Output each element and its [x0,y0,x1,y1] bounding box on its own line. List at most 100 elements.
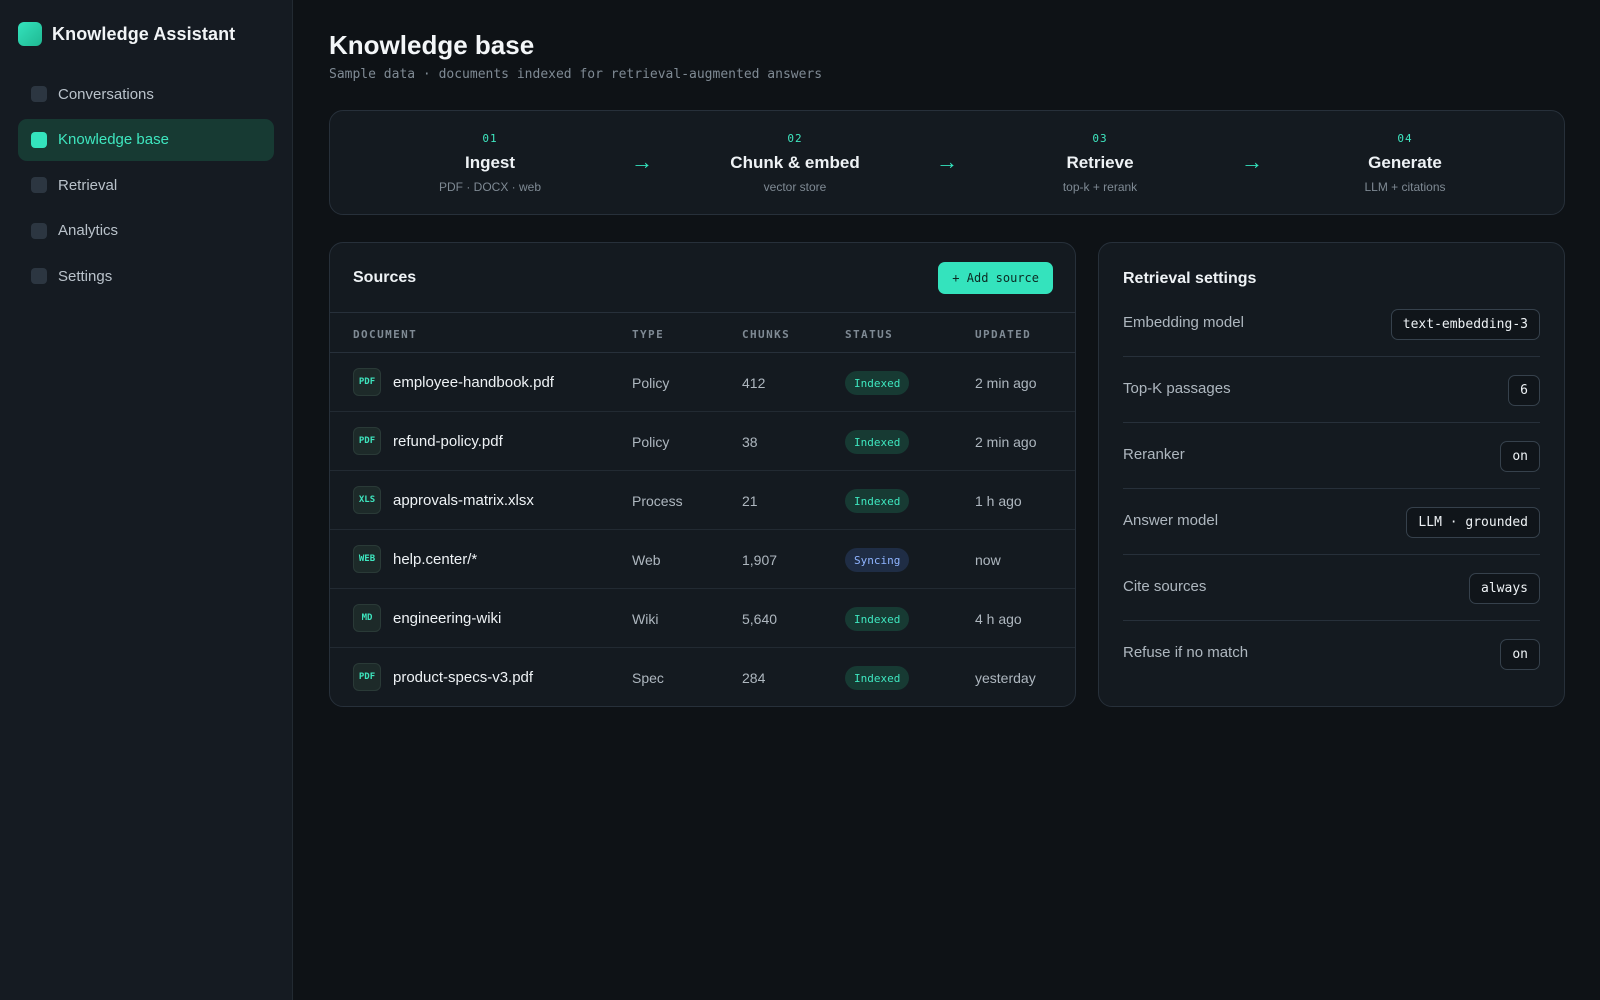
setting-label: Answer model [1123,512,1219,529]
sidebar-item-label: Retrieval [58,176,118,194]
page-title: Knowledge base [329,30,535,60]
setting-label: Refuse if no match [1123,644,1249,661]
column-header-chunks[interactable]: CHUNKS [742,328,790,341]
setting-label: Embedding model [1123,314,1244,331]
add-source-button[interactable]: + Add source [938,262,1053,294]
chunk-count: 1,907 [742,552,778,568]
brand[interactable]: Knowledge Assistant [18,22,235,46]
chunk-count: 21 [742,493,758,509]
status-badge: Syncing [845,548,910,572]
arrow-right-icon: → [936,149,958,174]
table-row[interactable]: PDF product-specs-v3.pdf Spec 284 Indexe… [330,648,1075,706]
step-description: LLM + citations [1364,180,1446,194]
spreadsheet-file-icon: XLS [353,486,381,514]
arrow-right-icon: → [1241,149,1263,174]
sources-title: Sources [353,269,417,286]
table-row[interactable]: PDF refund-policy.pdf Policy 38 Indexed … [330,412,1075,471]
column-header-updated[interactable]: UPDATED [975,328,1031,341]
sources-header: Sources + Add source [330,243,1075,313]
setting-top-k: Top-K passages 6 [1123,357,1540,423]
step-title: Retrieve [1066,153,1134,172]
chunk-count: 284 [742,670,766,686]
retrieval-settings-card: Retrieval settings Embedding model text-… [1098,242,1565,707]
table-row[interactable]: WEB help.center/* Web 1,907 Syncing now [330,530,1075,589]
answer-model-select[interactable]: LLM · grounded [1406,507,1540,538]
table-row[interactable]: XLS approvals-matrix.xlsx Process 21 Ind… [330,471,1075,530]
table-row[interactable]: PDF employee-handbook.pdf Policy 412 Ind… [330,353,1075,412]
web-source-icon: WEB [353,545,381,573]
table-header: DOCUMENT TYPE CHUNKS STATUS UPDATED [330,313,1075,353]
document-name[interactable]: refund-policy.pdf [393,433,503,450]
step-number: 02 [787,132,803,145]
embedding-model-select[interactable]: text-embedding-3 [1390,309,1540,340]
column-header-type[interactable]: TYPE [632,328,664,341]
reranker-toggle[interactable]: on [1500,441,1540,472]
setting-label: Reranker [1123,446,1185,463]
document-type: Spec [632,670,664,686]
pipeline-step-chunk-embed: 02 Chunk & embed vector store [685,132,905,194]
sidebar-item-label: Analytics [58,222,119,240]
sidebar-item-analytics[interactable]: Analytics [18,210,274,252]
app-logo-icon [18,22,42,46]
pipeline-step-ingest: 01 Ingest PDF · DOCX · web [380,132,600,194]
document-name[interactable]: help.center/* [393,551,477,568]
sidebar-item-retrieval[interactable]: Retrieval [18,164,274,206]
pipeline-step-retrieve: 03 Retrieve top-k + rerank [990,132,1210,194]
markdown-file-icon: MD [353,604,381,632]
document-name[interactable]: employee-handbook.pdf [393,374,554,391]
sidebar-item-label: Knowledge base [58,131,169,149]
column-header-document[interactable]: DOCUMENT [353,328,417,341]
step-description: vector store [763,180,827,194]
status-badge: Indexed [845,430,910,454]
setting-refuse-if-no-match: Refuse if no match on [1123,621,1540,687]
step-title: Generate [1368,153,1442,172]
pipeline-overview: 01 Ingest PDF · DOCX · web → 02 Chunk & … [329,110,1565,215]
document-name[interactable]: approvals-matrix.xlsx [393,492,534,509]
setting-label: Cite sources [1123,578,1207,595]
table-row[interactable]: MD engineering-wiki Wiki 5,640 Indexed 4… [330,589,1075,648]
sidebar-item-conversations[interactable]: Conversations [18,73,274,115]
pipeline-step-generate: 04 Generate LLM + citations [1295,132,1515,194]
setting-label: Top-K passages [1123,380,1231,397]
chunk-count: 412 [742,375,766,391]
setting-reranker: Reranker on [1123,423,1540,489]
column-header-status[interactable]: STATUS [845,328,893,341]
updated-time: 2 min ago [975,434,1037,450]
step-number: 01 [482,132,498,145]
sidebar-nav: Conversations Knowledge base Retrieval A… [18,73,274,301]
analytics-icon [31,222,47,239]
retrieval-icon [31,177,47,194]
pdf-file-icon: PDF [353,663,381,691]
updated-time: 2 min ago [975,375,1037,391]
document-type: Process [632,493,683,509]
setting-answer-model: Answer model LLM · grounded [1123,489,1540,555]
sidebar-item-label: Conversations [58,85,154,103]
step-title: Ingest [464,153,516,172]
chunk-count: 38 [742,434,758,450]
sidebar: Knowledge Assistant Conversations Knowle… [0,0,293,1000]
refuse-if-no-match-toggle[interactable]: on [1500,639,1540,670]
sidebar-item-knowledge-base[interactable]: Knowledge base [18,118,274,161]
step-number: 04 [1397,132,1413,145]
app-name: Knowledge Assistant [52,23,236,44]
page-subtitle: Sample data · documents indexed for retr… [329,67,823,82]
step-number: 03 [1092,132,1108,145]
step-description: top-k + rerank [1062,180,1138,194]
document-name[interactable]: product-specs-v3.pdf [393,669,533,686]
step-title: Chunk & embed [730,153,860,172]
knowledge-base-icon [31,131,47,148]
sidebar-item-settings[interactable]: Settings [18,255,274,297]
settings-icon [31,268,47,285]
setting-cite-sources: Cite sources always [1123,555,1540,621]
status-badge: Indexed [845,666,910,690]
updated-time: 1 h ago [975,493,1022,509]
document-name[interactable]: engineering-wiki [393,610,501,627]
pdf-file-icon: PDF [353,427,381,455]
status-badge: Indexed [845,371,910,395]
status-badge: Indexed [845,489,910,513]
sidebar-item-label: Settings [58,267,113,285]
top-k-input[interactable]: 6 [1508,375,1540,406]
cite-sources-select[interactable]: always [1469,573,1540,604]
updated-time: 4 h ago [975,611,1022,627]
updated-time: yesterday [975,670,1036,686]
